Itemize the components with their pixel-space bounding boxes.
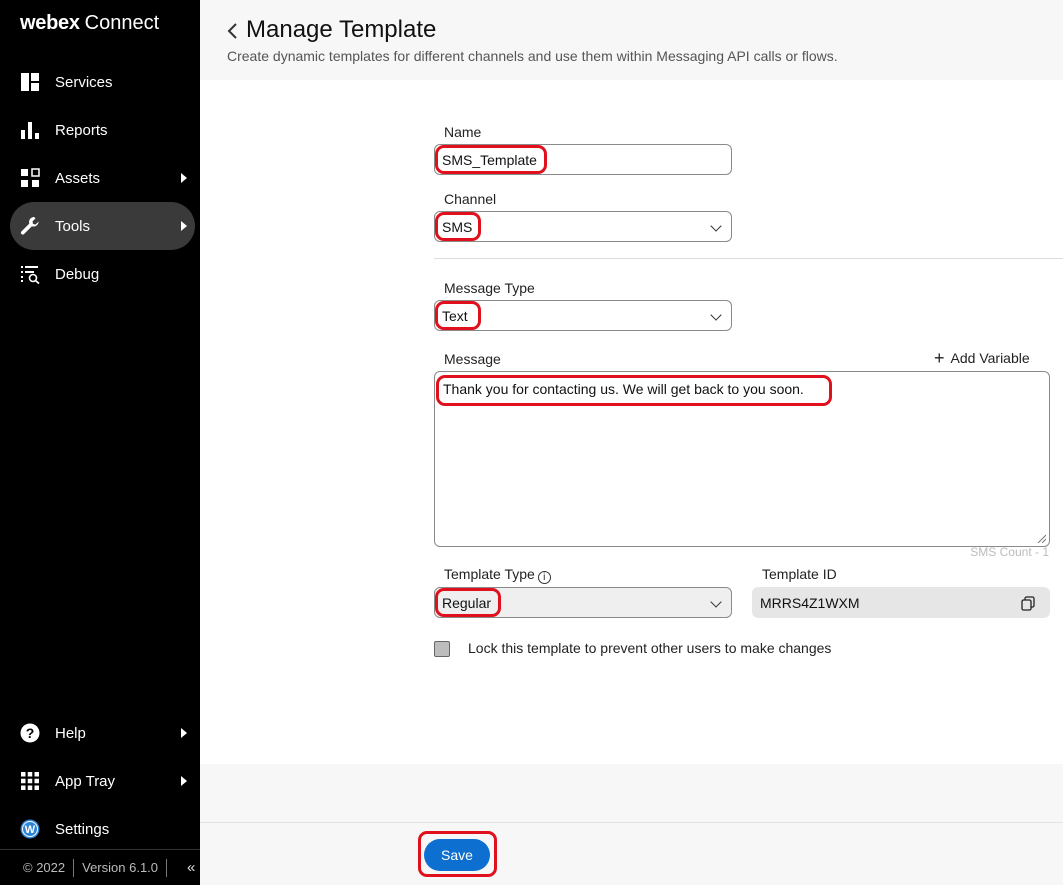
add-variable-button[interactable]: + Add Variable: [934, 348, 1030, 368]
sidebar-item-label: Settings: [55, 820, 110, 838]
add-variable-label: Add Variable: [950, 350, 1030, 366]
divider: [73, 858, 75, 877]
template-id-field: MRRS4Z1WXM: [752, 587, 1050, 618]
brand-name-bold: webex: [20, 12, 80, 34]
sidebar-item-label: Reports: [55, 121, 108, 139]
sidebar-item-services[interactable]: Services: [10, 58, 195, 106]
message-type-label: Message Type: [444, 280, 535, 296]
sidebar-item-help[interactable]: ? Help: [10, 709, 195, 757]
sidebar-item-label: Help: [55, 724, 86, 742]
reports-icon: [20, 120, 40, 140]
grid-icon: [20, 771, 40, 791]
sidebar-item-reports[interactable]: Reports: [10, 106, 195, 154]
chevron-down-icon: [710, 309, 722, 321]
chevron-right-icon: [181, 728, 187, 738]
wrench-icon: [20, 216, 40, 236]
chevron-down-icon: [710, 220, 722, 232]
message-textarea[interactable]: Thank you for contacting us. We will get…: [434, 371, 1050, 547]
template-id-label: Template ID: [762, 566, 837, 582]
svg-text:?: ?: [26, 725, 35, 741]
chevron-right-icon: [181, 776, 187, 786]
sidebar-item-label: App Tray: [55, 772, 116, 790]
sidebar-item-tools[interactable]: Tools: [10, 202, 195, 250]
channel-label: Channel: [444, 191, 497, 207]
template-type-select[interactable]: Regular: [434, 587, 732, 618]
channel-select[interactable]: SMS: [434, 211, 732, 242]
message-type-select[interactable]: Text: [434, 300, 732, 331]
template-form: Name SMS_Template Channel SMS Message Ty…: [200, 0, 1063, 764]
sidebar-item-label: Debug: [55, 265, 100, 283]
name-input[interactable]: SMS_Template: [434, 144, 732, 175]
sidebar-item-label: Tools: [55, 217, 91, 235]
template-type-label-text: Template Type: [444, 566, 535, 582]
name-value: SMS_Template: [442, 151, 537, 168]
lock-template-label: Lock this template to prevent other user…: [468, 640, 832, 656]
template-id-value: MRRS4Z1WXM: [760, 594, 860, 611]
sidebar-item-assets[interactable]: Assets: [10, 154, 195, 202]
sidebar-item-label: Services: [55, 73, 113, 91]
debug-icon: [20, 264, 40, 284]
sidebar-item-debug[interactable]: Debug: [10, 250, 195, 298]
chevron-down-icon: [710, 596, 722, 608]
sidebar-footer: © 2022 Version 6.1.0 «: [0, 849, 200, 885]
template-type-label: Template Type i: [444, 566, 551, 584]
chevron-right-icon: [181, 173, 187, 183]
sms-count: SMS Count - 1: [970, 545, 1049, 559]
webex-logo-icon: W: [20, 819, 40, 839]
chevron-right-icon: [181, 221, 187, 231]
plus-icon: +: [934, 348, 945, 368]
main-content: Manage Template Create dynamic templates…: [200, 0, 1063, 885]
sidebar-item-label: Assets: [55, 169, 101, 187]
services-icon: [20, 72, 40, 92]
message-type-value: Text: [442, 307, 468, 324]
channel-value: SMS: [442, 218, 473, 235]
svg-text:W: W: [25, 824, 36, 836]
sidebar-item-settings[interactable]: W Settings: [10, 805, 195, 853]
sidebar: webex Connect Services Reports Assets Too…: [0, 0, 200, 885]
assets-icon: [20, 168, 40, 188]
message-label: Message: [444, 351, 501, 367]
form-footer: [200, 822, 1063, 885]
version-text: Version 6.1.0: [82, 860, 159, 875]
brand-name-light: Connect: [84, 12, 160, 34]
copyright-text: © 2022: [23, 860, 66, 875]
divider: [166, 858, 168, 877]
template-type-value: Regular: [442, 594, 492, 611]
resize-handle-icon[interactable]: [1036, 533, 1046, 543]
copy-icon[interactable]: [1021, 596, 1035, 611]
name-label: Name: [444, 124, 482, 140]
help-icon: ?: [20, 723, 40, 743]
lock-template-checkbox[interactable]: [434, 641, 450, 657]
section-divider: [434, 258, 1063, 259]
message-value: Thank you for contacting us. We will get…: [443, 381, 804, 397]
collapse-sidebar-icon[interactable]: «: [187, 859, 195, 876]
save-button[interactable]: Save: [424, 839, 490, 871]
brand-logo: webex Connect: [20, 12, 159, 35]
sidebar-item-app-tray[interactable]: App Tray: [10, 757, 195, 805]
info-icon[interactable]: i: [537, 571, 551, 584]
